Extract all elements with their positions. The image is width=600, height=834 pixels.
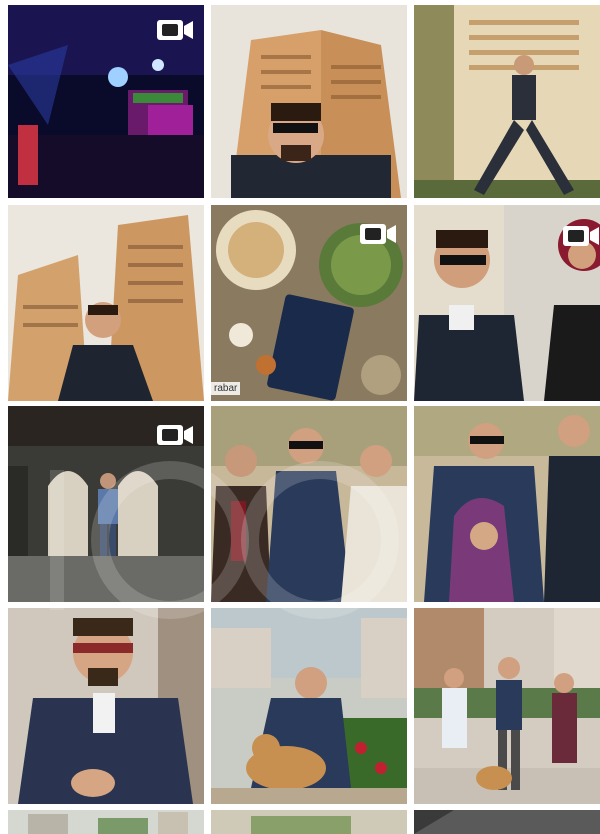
- media-grid: rabar: [0, 0, 600, 834]
- grid-tile-r2c1[interactable]: [8, 205, 204, 401]
- tile-image: [414, 608, 600, 804]
- grid-tile-r3c3[interactable]: [414, 406, 600, 602]
- tile-image: [211, 5, 407, 198]
- grid-tile-r5c2[interactable]: [211, 810, 407, 834]
- video-camera-icon: [563, 226, 599, 246]
- grid-tile-r5c3[interactable]: [414, 810, 600, 834]
- tile-image: [211, 810, 407, 834]
- tile-image: [211, 406, 407, 602]
- video-camera-icon: [360, 224, 396, 244]
- tile-image: [414, 810, 600, 834]
- grid-tile-r4c3[interactable]: [414, 608, 600, 804]
- tile-image: [211, 608, 407, 804]
- grid-tile-r2c3[interactable]: [414, 205, 600, 401]
- grid-tile-r1c2[interactable]: [211, 5, 407, 198]
- grid-tile-r1c1[interactable]: [8, 5, 204, 198]
- grid-tile-r1c3[interactable]: [414, 5, 600, 198]
- video-camera-icon: [157, 425, 193, 445]
- tile-image: [8, 608, 204, 804]
- grid-tile-r3c2[interactable]: [211, 406, 407, 602]
- tile-image: [414, 5, 600, 198]
- tile-image: [8, 205, 204, 401]
- grid-tile-r5c1[interactable]: [8, 810, 204, 834]
- grid-tile-r4c2[interactable]: [211, 608, 407, 804]
- video-camera-icon: [157, 20, 193, 40]
- tile-image: [414, 406, 600, 602]
- grid-tile-r4c1[interactable]: [8, 608, 204, 804]
- grid-tile-r3c1[interactable]: [8, 406, 204, 602]
- tile-image: [8, 810, 204, 834]
- grid-tile-r2c2[interactable]: rabar: [211, 205, 407, 401]
- tile-caption: rabar: [211, 382, 241, 395]
